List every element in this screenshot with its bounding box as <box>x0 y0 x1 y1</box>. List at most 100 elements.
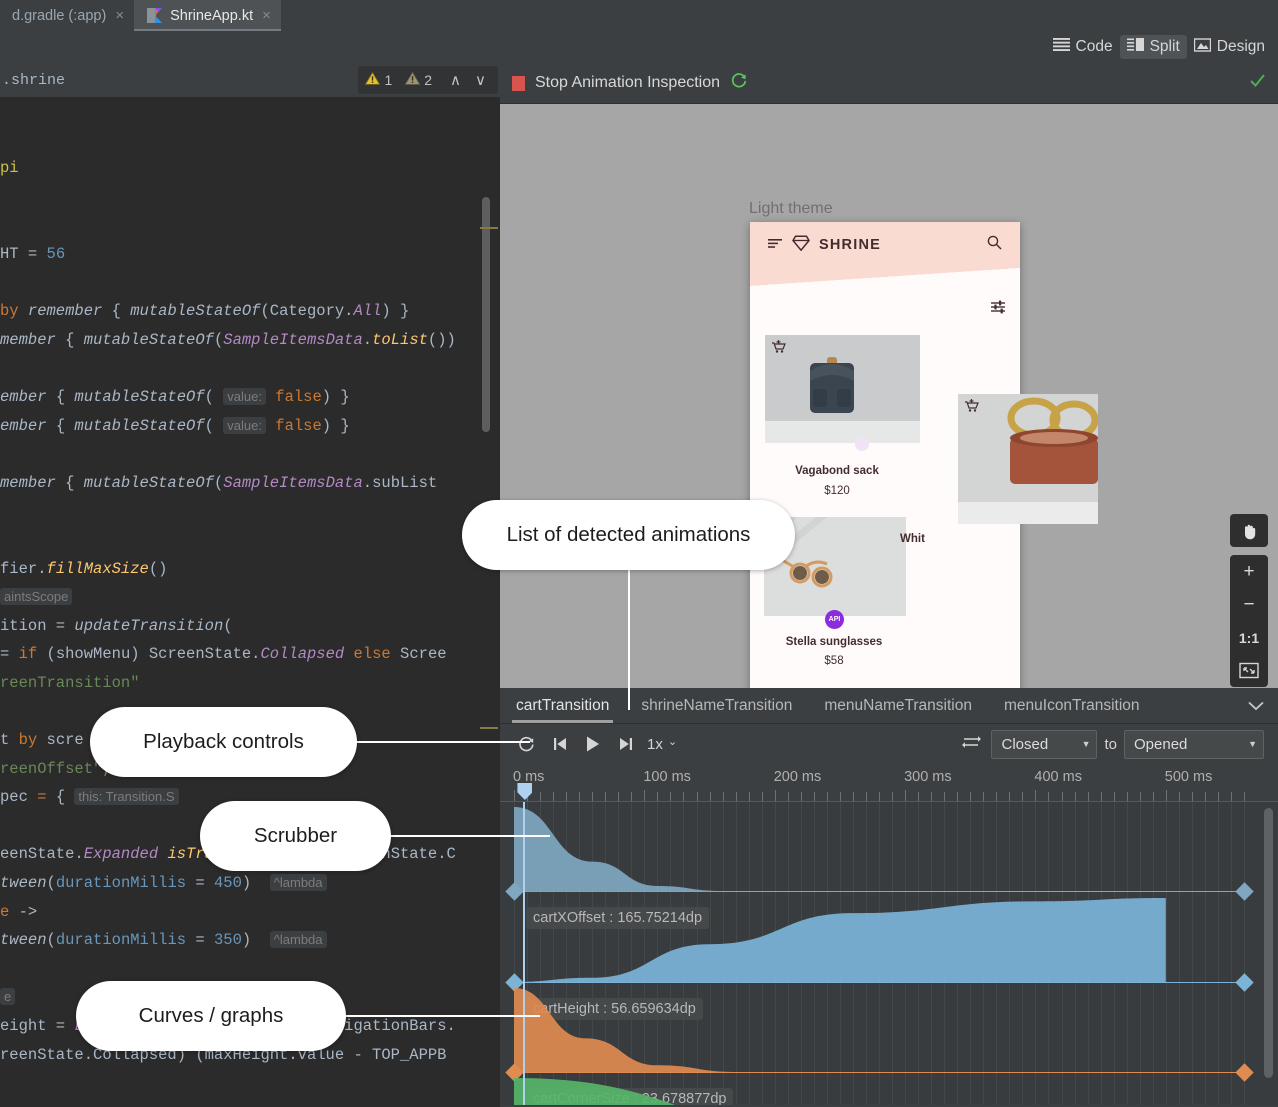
to-label: to <box>1097 736 1124 753</box>
ruler-ticks <box>500 790 1278 801</box>
preview-zoom-controls: + − 1:1 <box>1230 514 1268 687</box>
zoom-group: + − 1:1 <box>1230 555 1268 687</box>
code-line: ember { mutableStateOf( value: false) } <box>0 412 500 441</box>
stop-animation-inspection-button[interactable]: Stop Animation Inspection <box>535 74 720 92</box>
product-image[interactable] <box>765 335 920 443</box>
add-to-cart-icon[interactable] <box>964 399 979 418</box>
close-icon[interactable]: × <box>262 8 271 23</box>
breadcrumb[interactable]: .shrine <box>0 72 358 89</box>
code-token: by <box>0 302 28 320</box>
refresh-icon[interactable] <box>730 72 748 95</box>
code-token: fier. <box>0 560 47 578</box>
code-line: tween(durationMillis = 350) ^lambda <box>0 926 500 955</box>
code-editor[interactable]: pi HT = 56 by remember { mutableStateOf(… <box>0 97 500 1107</box>
code-token: e <box>0 903 9 921</box>
zoom-fit-icon[interactable] <box>1230 654 1268 687</box>
swap-states-icon[interactable] <box>962 735 991 754</box>
device-preview[interactable]: SHRINE <box>750 222 1020 688</box>
callout-label: Curves / graphs <box>139 1004 284 1028</box>
code-token: ) } <box>322 388 350 406</box>
from-state-dropdown[interactable]: Closed ▼ <box>991 730 1097 759</box>
animation-tab-cartTransition[interactable]: cartTransition <box>500 688 625 723</box>
code-line: HT = 56 <box>0 240 500 269</box>
code-line <box>0 126 500 155</box>
code-token: All <box>353 302 381 320</box>
close-icon[interactable]: × <box>115 8 124 23</box>
code-token: mutableStateOf <box>84 474 214 492</box>
code-line: pi <box>0 154 500 183</box>
code-line: tween(durationMillis = 450) ^lambda <box>0 869 500 898</box>
curve-row-cartXOffset[interactable]: cartXOffset : 165.75214dp <box>500 807 1278 911</box>
code-token: tween <box>0 874 47 892</box>
playback-speed-dropdown[interactable]: 1x ⌄ <box>647 736 677 753</box>
code-token: member <box>0 331 56 349</box>
code-line <box>0 211 500 240</box>
code-token: ember <box>0 417 47 435</box>
code-token: mutableStateOf <box>74 417 204 435</box>
curve-row-cartHeight[interactable]: cartHeight : 56.659634dp <box>500 898 1278 1002</box>
code-token: else <box>354 645 391 663</box>
editor-scrollbar[interactable] <box>482 197 490 432</box>
to-state-dropdown[interactable]: Opened ▼ <box>1124 730 1264 759</box>
animation-tab-shrineNameTransition[interactable]: shrineNameTransition <box>625 688 808 723</box>
curve-baseline <box>514 982 1244 983</box>
curve-row-cartColor[interactable] <box>500 1078 1278 1105</box>
mode-button-label: Design <box>1217 38 1265 56</box>
add-to-cart-icon[interactable] <box>771 340 786 359</box>
preview-panel: Stop Animation Inspection Light theme <box>500 63 1278 688</box>
code-token: HT <box>0 245 19 263</box>
code-token: member <box>0 474 56 492</box>
code-token: 56 <box>47 245 66 263</box>
code-token: Collapsed <box>260 645 344 663</box>
product-image[interactable] <box>958 394 1098 524</box>
code-token: . <box>363 331 372 349</box>
editor-tab-gradle[interactable]: d.gradle (:app) × <box>0 0 134 31</box>
mode-button-code[interactable]: Code <box>1046 35 1120 59</box>
editor-tab-label: ShrineApp.kt <box>170 8 253 24</box>
callout-scrubber: Scrubber <box>200 801 391 871</box>
animation-tab-menuNameTransition[interactable]: menuNameTransition <box>808 688 988 723</box>
code-token: value: <box>223 388 266 405</box>
mode-button-split[interactable]: Split <box>1120 35 1187 59</box>
tune-filter-icon[interactable] <box>991 300 1006 318</box>
callout-label: List of detected animations <box>507 523 751 547</box>
code-token: ) ScreenState. <box>130 645 260 663</box>
zoom-in-icon[interactable]: + <box>1230 555 1268 588</box>
mode-button-design[interactable]: Design <box>1187 35 1272 59</box>
pan-hand-icon[interactable] <box>1230 514 1268 547</box>
skip-to-end-icon[interactable] <box>609 729 642 759</box>
search-icon[interactable] <box>987 235 1002 255</box>
animation-curves[interactable]: cartXOffset : 165.75214dpcartHeight : 56… <box>500 802 1278 1105</box>
inspection-summary[interactable]: 1 2 ∧ ∨ <box>358 66 498 94</box>
chevron-down-icon[interactable] <box>1234 688 1278 723</box>
editor-tab-shrineapp[interactable]: ShrineApp.kt × <box>134 0 281 31</box>
stop-square-icon[interactable] <box>512 76 525 91</box>
play-icon[interactable] <box>576 729 609 759</box>
code-token: by <box>19 731 38 749</box>
warning-triangle-icon <box>405 72 420 88</box>
chevron-down-icon[interactable]: ∨ <box>470 71 491 89</box>
curve-row-cartCornerSize[interactable]: cartCornerSize : 23.678877dp <box>500 988 1278 1092</box>
scrubber-line[interactable] <box>523 802 525 1105</box>
zoom-actual-icon[interactable]: 1:1 <box>1230 621 1268 654</box>
chevron-up-icon[interactable]: ∧ <box>445 71 466 89</box>
timeline-ruler[interactable]: 0 ms100 ms200 ms300 ms400 ms500 ms <box>500 764 1278 802</box>
preview-canvas[interactable]: Light theme SHRINE <box>500 104 1278 688</box>
code-line <box>0 497 500 526</box>
code-line <box>0 183 500 212</box>
code-token: toList <box>372 331 428 349</box>
code-token: false <box>275 388 322 406</box>
code-token: ( <box>214 474 223 492</box>
skip-to-start-icon[interactable] <box>543 729 576 759</box>
code-token: ( <box>205 417 224 435</box>
loop-icon[interactable] <box>510 729 543 759</box>
hamburger-icon[interactable] <box>768 236 783 254</box>
code-token: = <box>19 245 47 263</box>
zoom-out-icon[interactable]: − <box>1230 588 1268 621</box>
animation-tab-menuIconTransition[interactable]: menuIconTransition <box>988 688 1156 723</box>
code-token: { <box>47 388 75 406</box>
curve-shape <box>500 988 1278 1072</box>
animation-inspector: cartTransitionshrineNameTransitionmenuNa… <box>500 688 1278 1107</box>
code-token <box>344 645 353 663</box>
code-line <box>0 269 500 298</box>
